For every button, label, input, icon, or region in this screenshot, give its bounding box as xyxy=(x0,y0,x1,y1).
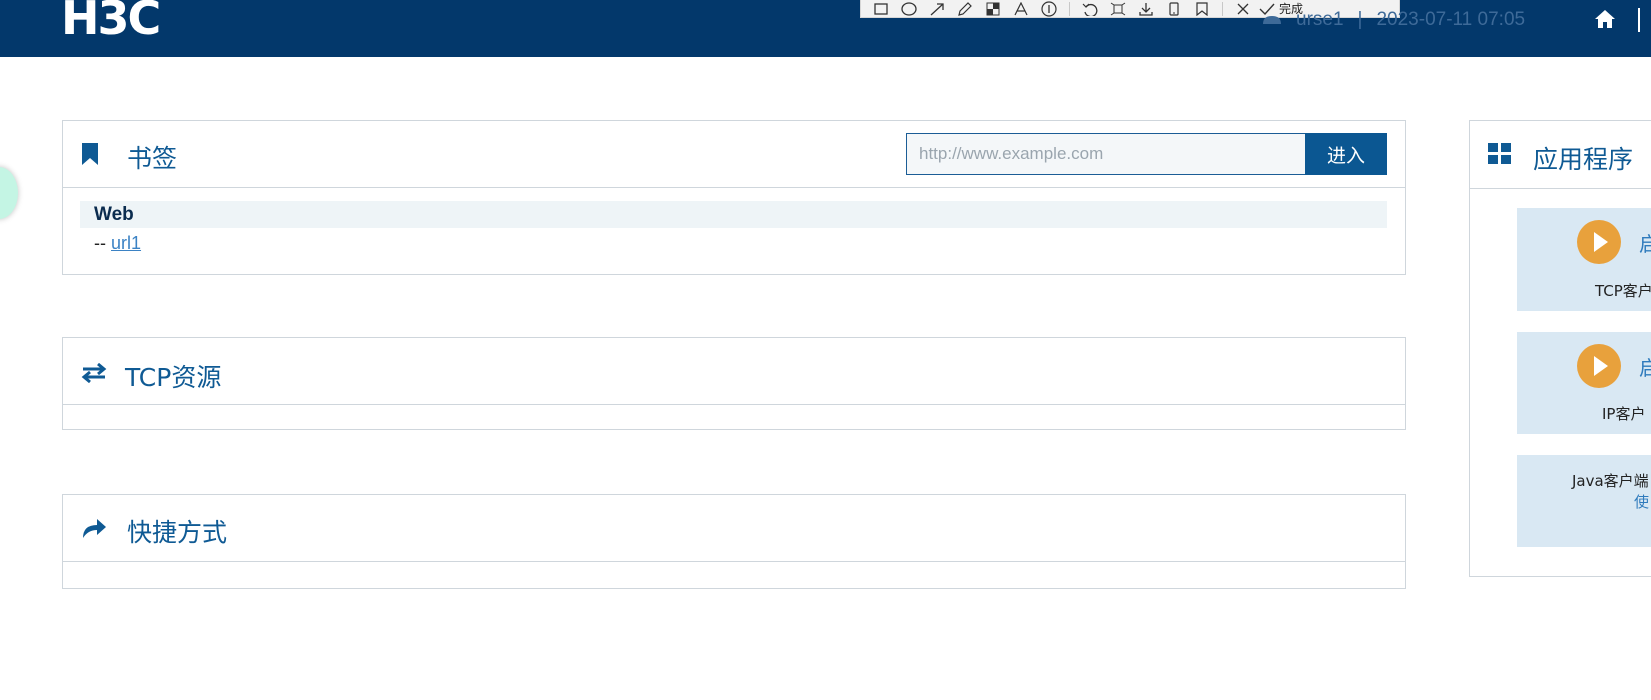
text-tool-icon[interactable] xyxy=(1007,0,1035,18)
app-link[interactable]: 使 xyxy=(1634,491,1649,512)
download-icon[interactable] xyxy=(1132,0,1160,18)
app-card-ip-client: 启 IP客户 xyxy=(1517,332,1651,434)
bookmark-link-url1[interactable]: url1 xyxy=(111,233,141,253)
h3c-logo: H3C xyxy=(61,0,161,45)
url-input[interactable] xyxy=(906,133,1306,175)
phone-icon[interactable] xyxy=(1160,0,1188,18)
separator: | xyxy=(1357,9,1363,30)
tcp-body xyxy=(63,405,1405,429)
applications-panel: 应用程序 启 TCP客户 启 IP客户 Java客户端 使 xyxy=(1469,120,1651,577)
tcp-resources-panel: TCP资源 xyxy=(62,337,1406,430)
launch-button[interactable]: 启 xyxy=(1639,228,1651,257)
mosaic-tool-icon[interactable] xyxy=(979,0,1007,18)
bookmarks-panel: 书签 进入 Web -- url1 xyxy=(62,120,1406,275)
play-icon[interactable] xyxy=(1577,220,1621,269)
pin-tool-icon[interactable] xyxy=(1104,0,1132,18)
user-icon xyxy=(1262,9,1282,31)
bookmark-link-row: -- url1 xyxy=(80,233,1387,254)
link-prefix: -- xyxy=(94,233,106,253)
home-icon[interactable] xyxy=(1594,9,1616,34)
toolbar-divider xyxy=(1222,1,1223,16)
tcp-title: TCP资源 xyxy=(125,363,222,392)
app-desc: TCP客户 xyxy=(1595,282,1651,300)
floating-assistant-button[interactable] xyxy=(0,167,18,219)
rectangle-tool-icon[interactable] xyxy=(867,0,895,18)
header-divider xyxy=(1638,8,1640,32)
bookmarks-body: Web -- url1 xyxy=(63,188,1405,272)
datetime: 2023-07-11 07:05 xyxy=(1376,9,1526,30)
app-card-tcp-client: 启 TCP客户 xyxy=(1517,208,1651,311)
shortcuts-body xyxy=(63,562,1405,586)
bookmarks-header: 书签 进入 xyxy=(63,121,1405,188)
top-header: H3C 完成 urse1 | 2023-07-11 07:05 xyxy=(0,0,1651,57)
number-tool-icon[interactable] xyxy=(1035,0,1063,18)
ellipse-tool-icon[interactable] xyxy=(895,0,923,18)
arrow-tool-icon[interactable] xyxy=(923,0,951,18)
shortcuts-header: 快捷方式 xyxy=(63,495,1405,562)
bookmark-icon xyxy=(81,143,99,170)
bookmarks-title: 书签 xyxy=(127,144,178,173)
shortcuts-title: 快捷方式 xyxy=(127,518,228,547)
bookmark-tool-icon[interactable] xyxy=(1188,0,1216,18)
launch-button[interactable]: 启 xyxy=(1639,352,1651,381)
applications-title: 应用程序 xyxy=(1533,145,1634,174)
bookmark-group-web: Web xyxy=(80,201,1387,228)
exchange-arrows-icon xyxy=(81,362,107,388)
app-desc: Java客户端 xyxy=(1572,472,1649,490)
share-arrow-icon xyxy=(81,517,107,544)
app-card-java-client: Java客户端 使 xyxy=(1517,455,1651,547)
applications-header: 应用程序 xyxy=(1470,121,1651,189)
username: urse1 xyxy=(1296,9,1344,30)
tcp-header: TCP资源 xyxy=(63,338,1405,405)
user-info: urse1 | 2023-07-11 07:05 xyxy=(1262,9,1525,31)
shortcuts-panel: 快捷方式 xyxy=(62,494,1406,589)
enter-button[interactable]: 进入 xyxy=(1305,133,1387,175)
app-desc: IP客户 xyxy=(1602,405,1646,423)
play-icon[interactable] xyxy=(1577,344,1621,393)
undo-icon[interactable] xyxy=(1076,0,1104,18)
grid-icon xyxy=(1488,143,1512,170)
pencil-tool-icon[interactable] xyxy=(951,0,979,18)
toolbar-divider xyxy=(1069,1,1070,16)
close-icon[interactable] xyxy=(1229,0,1257,18)
